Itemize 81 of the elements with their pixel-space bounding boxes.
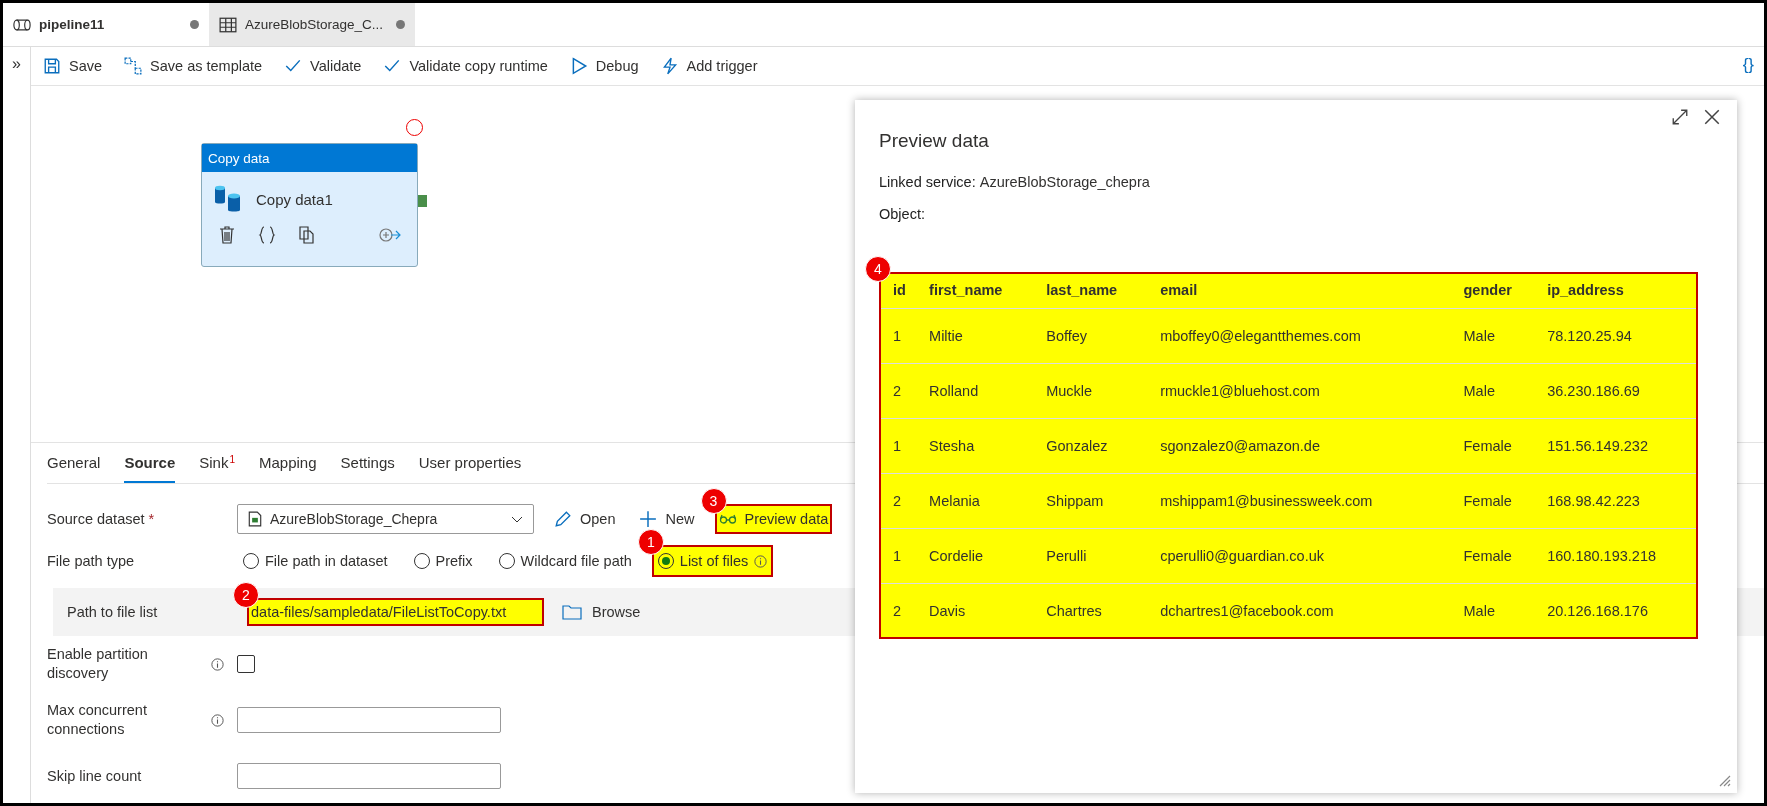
table-cell: 160.180.193.218 — [1533, 528, 1698, 584]
table-cell: 2 — [879, 363, 916, 419]
table-cell: cperulli0@guardian.co.uk — [1146, 528, 1450, 584]
table-cell: Muckle — [1032, 363, 1147, 419]
table-cell: rmuckle1@bluehost.com — [1146, 363, 1450, 419]
table-cell: Female — [1449, 528, 1534, 584]
action-button[interactable]: Open — [550, 504, 620, 534]
meta-label: Linked service: — [879, 174, 976, 190]
toolbar-button[interactable]: Validate — [284, 57, 362, 76]
activity-type-label: Copy data — [202, 144, 417, 173]
field-label: Path to file list — [67, 602, 159, 622]
table-cell: 36.230.186.69 — [1533, 363, 1698, 419]
column-header: first_name — [915, 272, 1033, 309]
path-field[interactable]: data-files/sampledata/FileListToCopy.txt — [247, 598, 544, 626]
table-cell: 168.98.42.223 — [1533, 473, 1698, 529]
properties-tab[interactable]: General — [47, 454, 101, 483]
table-cell: Cordelie — [915, 528, 1033, 584]
table-cell: Shippam — [1032, 473, 1147, 529]
table-cell: Male — [1449, 363, 1534, 419]
table-cell: Chartres — [1032, 583, 1147, 639]
table-cell: Boffey — [1032, 308, 1147, 364]
properties-tab[interactable]: Source — [124, 454, 176, 483]
table-cell: Male — [1449, 583, 1534, 639]
table-cell: Male — [1449, 308, 1534, 364]
properties-tab[interactable]: User properties — [418, 454, 522, 483]
table-cell: 151.56.149.232 — [1533, 418, 1698, 474]
activity-node[interactable]: Copy data Copy data1 — [201, 143, 418, 268]
toolbar-button[interactable]: Save — [43, 57, 103, 76]
field-label: Enable partition discovery — [47, 645, 149, 683]
callout-number: 3 — [700, 488, 727, 514]
toolbar-button[interactable]: Add trigger — [660, 57, 758, 76]
table-cell: 1 — [879, 308, 916, 364]
table-cell: Perulli — [1032, 528, 1147, 584]
table-cell: 1 — [879, 528, 916, 584]
table-cell: 78.120.25.94 — [1533, 308, 1698, 364]
table-cell: 2 — [879, 583, 916, 639]
column-header: ip_address — [1533, 272, 1698, 309]
table-cell: Rolland — [915, 363, 1033, 419]
radio-option[interactable]: Wildcard file path — [492, 545, 638, 577]
callout-number: 1 — [637, 529, 664, 555]
table-cell: sgonzalez0@amazon.de — [1146, 418, 1450, 474]
table-cell: dchartres1@facebook.com — [1146, 583, 1450, 639]
toolbar-button[interactable]: Validate copy runtime — [383, 57, 548, 76]
column-header: email — [1146, 272, 1450, 309]
table-cell: Davis — [915, 583, 1033, 639]
table-cell: Female — [1449, 418, 1534, 474]
properties-tab[interactable]: Settings — [340, 454, 395, 483]
toolbar-button[interactable]: Save as template — [124, 57, 263, 76]
code-button[interactable]: {} — [1742, 55, 1754, 75]
table-cell: Gonzalez — [1032, 418, 1147, 474]
table-cell: Miltie — [915, 308, 1033, 364]
radio-option[interactable]: File path in dataset — [237, 545, 394, 577]
editor-tab[interactable]: AzureBlobStorage_C... — [209, 3, 415, 46]
panel-title: Preview data — [879, 130, 990, 152]
column-header: id — [879, 272, 916, 309]
column-header: last_name — [1032, 272, 1147, 309]
table-cell: 1 — [879, 418, 916, 474]
table-cell: 2 — [879, 473, 916, 529]
table-cell: Female — [1449, 473, 1534, 529]
table-cell: 20.126.168.176 — [1533, 583, 1698, 639]
properties-tab[interactable]: Sink$^{1}$ — [199, 454, 235, 483]
callout-number: 4 — [865, 256, 891, 282]
table-cell: Stesha — [915, 418, 1033, 474]
field-label: File path type — [47, 551, 136, 571]
activity-name: Copy data1 — [256, 190, 333, 208]
toolbar-button[interactable]: Debug — [569, 57, 639, 76]
dataset-dropdown[interactable]: AzureBlobStorage_Chepra — [237, 504, 534, 534]
table-cell: Melania — [915, 473, 1033, 529]
table-cell: mboffey0@elegantthemes.com — [1146, 308, 1450, 364]
callout-number: 2 — [233, 582, 259, 608]
field-label: Max concurrent connections — [47, 701, 148, 739]
meta-label: Object: — [879, 206, 925, 222]
table-cell: mshippam1@businessweek.com — [1146, 473, 1450, 529]
properties-tab[interactable]: Mapping — [259, 454, 317, 483]
browse-button[interactable]: Browse — [562, 604, 641, 620]
expand-toggle[interactable]: » — [12, 55, 21, 75]
column-header: gender — [1449, 272, 1534, 309]
radio-option[interactable]: Prefix — [407, 545, 479, 577]
field-label: Skip line count — [47, 766, 143, 786]
linked-service-value: AzureBlobStorage_chepra — [979, 174, 1150, 190]
field-label: Source dataset * — [47, 509, 156, 529]
